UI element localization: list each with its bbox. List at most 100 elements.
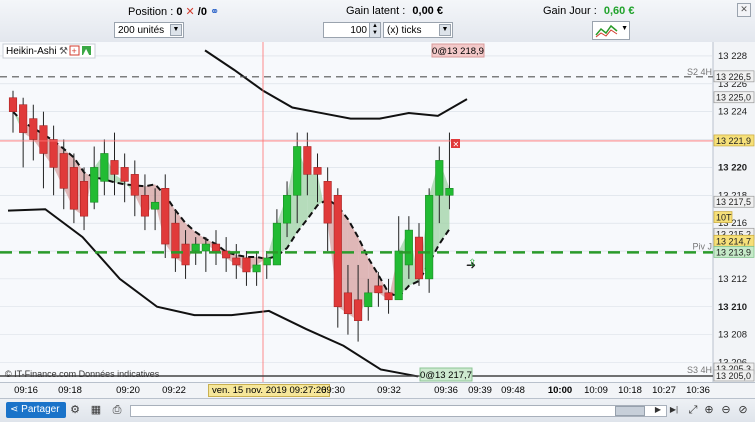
candle-body: [272, 222, 281, 266]
price-chart[interactable]: S2 4HPiv JS3 4H 13 22813 22613 22413 222…: [0, 42, 755, 382]
candle-body: [445, 188, 454, 196]
chevron-down-icon: ▼: [170, 24, 182, 36]
position-stat: Position : 0 ✕ /0 ⚭: [128, 5, 219, 18]
time-tick: 09:48: [501, 385, 525, 396]
time-tick: 10:27: [652, 385, 676, 396]
zoom-reset-icon[interactable]: ⊘: [736, 403, 750, 417]
sell-marker-icon[interactable]: ✕: [451, 139, 460, 149]
share-button[interactable]: ⋖ Partager: [6, 402, 66, 418]
ticks-stepper[interactable]: 100 ▲ ▼: [323, 22, 381, 38]
day-gain-label: Gain Jour :: [543, 5, 597, 17]
ticks-unit-select[interactable]: (x) ticks ▼: [383, 22, 453, 38]
scrollbar-thumb[interactable]: [615, 406, 645, 416]
settings-icon[interactable]: ⚙: [68, 403, 82, 417]
scroll-right-icon[interactable]: ▶: [651, 403, 665, 417]
candle-body: [39, 125, 48, 154]
latent-gain-label: Gain latent :: [346, 5, 406, 17]
day-gain-value: 0,60 €: [603, 5, 635, 17]
candle-body: [404, 229, 413, 266]
watermark: © IT-Finance.com Données indicatives: [5, 369, 160, 379]
price-marker: 13 214,7: [716, 236, 751, 246]
zoom-out-icon[interactable]: ⊖: [719, 403, 733, 417]
stepper-arrows-icon[interactable]: ▲ ▼: [369, 23, 380, 37]
chevron-down-icon: ▼: [439, 24, 451, 36]
time-tick: 10:18: [618, 385, 642, 396]
candle-body: [435, 160, 444, 196]
time-tick: 10:00: [547, 385, 573, 396]
chart-type-icon: [595, 24, 618, 38]
pivot-label: Piv J: [692, 241, 712, 251]
price-marker: 13 225,0: [716, 93, 751, 103]
candle-body: [211, 243, 221, 252]
plot-area: [0, 42, 713, 382]
time-tick: 10:09: [584, 385, 608, 396]
up-arrow-glyph: ▲: [83, 47, 90, 56]
time-tick: 09:18: [58, 385, 82, 396]
candle-body: [414, 236, 424, 280]
candle-body: [374, 285, 383, 294]
candle-body: [100, 153, 109, 182]
candle-body: [8, 97, 18, 112]
time-tick: 09:36: [434, 385, 458, 396]
share-label: Partager: [21, 404, 60, 415]
candle-body: [130, 174, 139, 196]
ten-t-label: 10T: [716, 213, 732, 223]
candle-body: [323, 181, 332, 224]
buy-arrow-icon[interactable]: ⇧: [468, 258, 476, 269]
candle-body: [394, 250, 403, 301]
close-position-icon[interactable]: ✕: [186, 6, 195, 18]
s2-label: S2 4H: [687, 67, 712, 77]
candle-body: [59, 153, 68, 189]
time-tick: 10:36: [686, 385, 710, 396]
candle-body: [110, 160, 119, 175]
candle-body: [384, 292, 393, 301]
zoom-fit-icon[interactable]: ⤢: [686, 403, 700, 417]
price-marker: 13 205,0: [716, 371, 751, 381]
candle-body: [333, 194, 342, 308]
chart-type-select[interactable]: ▼: [592, 21, 630, 40]
wrench-icon[interactable]: ⚒: [59, 46, 68, 57]
price-tick: 13 228: [718, 51, 747, 62]
chevron-down-icon: ▼: [621, 25, 628, 32]
candle-body: [29, 118, 38, 140]
candle-body: [354, 299, 363, 321]
price-tick: 13 212: [718, 274, 747, 285]
candle-body: [181, 243, 190, 266]
time-scrollbar[interactable]: [130, 405, 667, 417]
candle-body: [80, 181, 89, 217]
candle-body: [293, 146, 302, 196]
candle-body: [262, 257, 271, 266]
candle-body: [313, 167, 322, 175]
scroll-end-icon[interactable]: ▶|: [667, 403, 681, 417]
candle-body: [425, 194, 434, 280]
link-icon[interactable]: ⚭: [210, 6, 219, 18]
time-tick: 09:32: [377, 385, 401, 396]
share-icon: ⋖: [10, 404, 19, 415]
units-select-value: 200 unités: [118, 25, 165, 36]
position-value2: 0: [200, 6, 207, 18]
time-tick: 09:16: [14, 385, 38, 396]
close-window-button[interactable]: ✕: [737, 3, 751, 17]
candle-body: [161, 188, 170, 245]
time-tick: 09:39: [468, 385, 492, 396]
candle-body: [242, 257, 251, 273]
position-label: Position :: [128, 6, 174, 18]
position-value: 0: [176, 6, 183, 18]
latent-gain-value: 0,00 €: [412, 5, 443, 17]
print-icon[interactable]: ⎙: [110, 403, 124, 417]
top-order-tag[interactable]: 0@13 218,9: [431, 43, 485, 58]
top-toolbar: Position : 0 ✕ /0 ⚭ Gain latent : 0,00 €…: [0, 0, 755, 43]
candle-body: [232, 257, 241, 266]
candle-body: [90, 167, 99, 203]
bottom-order-label: 0@13 217,7: [420, 370, 472, 381]
units-select[interactable]: 200 unités ▼: [114, 22, 184, 38]
ticks-unit-value: (x) ticks: [387, 25, 422, 36]
plus-glyph: +: [72, 46, 77, 56]
candle-body: [201, 243, 210, 252]
candle-body: [69, 167, 78, 210]
bottom-order-tag[interactable]: 0@13 217,7: [419, 367, 473, 382]
price-marker: 13 213,9: [716, 247, 751, 257]
save-icon[interactable]: ▦: [89, 403, 103, 417]
top-order-label: 0@13 218,9: [432, 46, 484, 57]
zoom-in-icon[interactable]: ⊕: [702, 403, 716, 417]
